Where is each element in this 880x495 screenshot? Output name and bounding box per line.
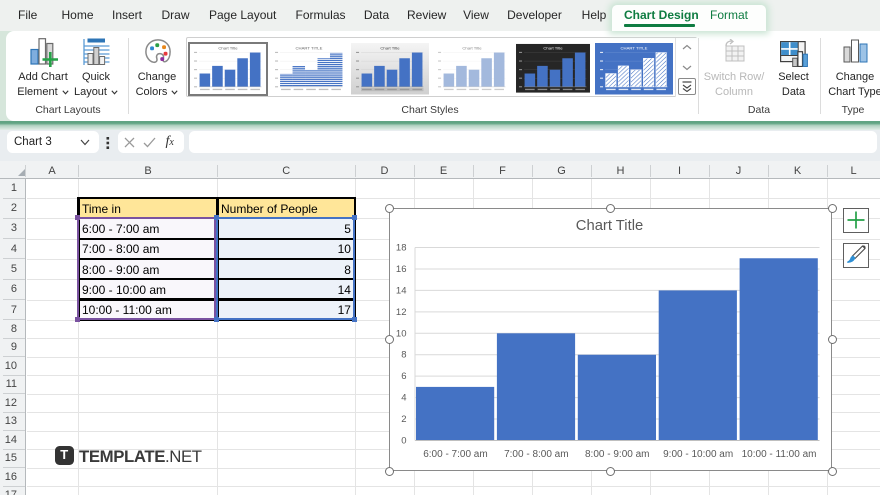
svg-text:6:00 - 7:00 am: 6:00 - 7:00 am — [423, 449, 487, 460]
svg-text:Chart Title: Chart Title — [576, 218, 643, 234]
svg-text:18: 18 — [396, 243, 407, 254]
svg-text:Chart Title: Chart Title — [381, 46, 401, 51]
svg-text:8:00 - 9:00 am: 8:00 - 9:00 am — [585, 449, 649, 460]
svg-text:16: 16 — [396, 264, 407, 275]
svg-text:4: 4 — [401, 393, 406, 404]
svg-text:9:00 - 10:00 am: 9:00 - 10:00 am — [663, 449, 733, 460]
svg-text:2: 2 — [401, 414, 406, 425]
svg-text:7:00 - 8:00 am: 7:00 - 8:00 am — [504, 449, 568, 460]
svg-text:6: 6 — [401, 371, 406, 382]
svg-text:0: 0 — [401, 436, 406, 447]
svg-text:CHART TITLE: CHART TITLE — [621, 46, 648, 51]
svg-text:CHART TITLE: CHART TITLE — [296, 46, 323, 51]
svg-text:8: 8 — [401, 350, 406, 361]
svg-text:12: 12 — [396, 307, 407, 318]
svg-text:10: 10 — [396, 328, 407, 339]
svg-text:Chart Title: Chart Title — [462, 46, 482, 51]
svg-text:14: 14 — [396, 285, 407, 296]
svg-text:10:00 - 11:00 am: 10:00 - 11:00 am — [742, 449, 817, 460]
svg-text:Chart Title: Chart Title — [543, 46, 563, 51]
svg-text:Chart Title: Chart Title — [218, 46, 238, 51]
